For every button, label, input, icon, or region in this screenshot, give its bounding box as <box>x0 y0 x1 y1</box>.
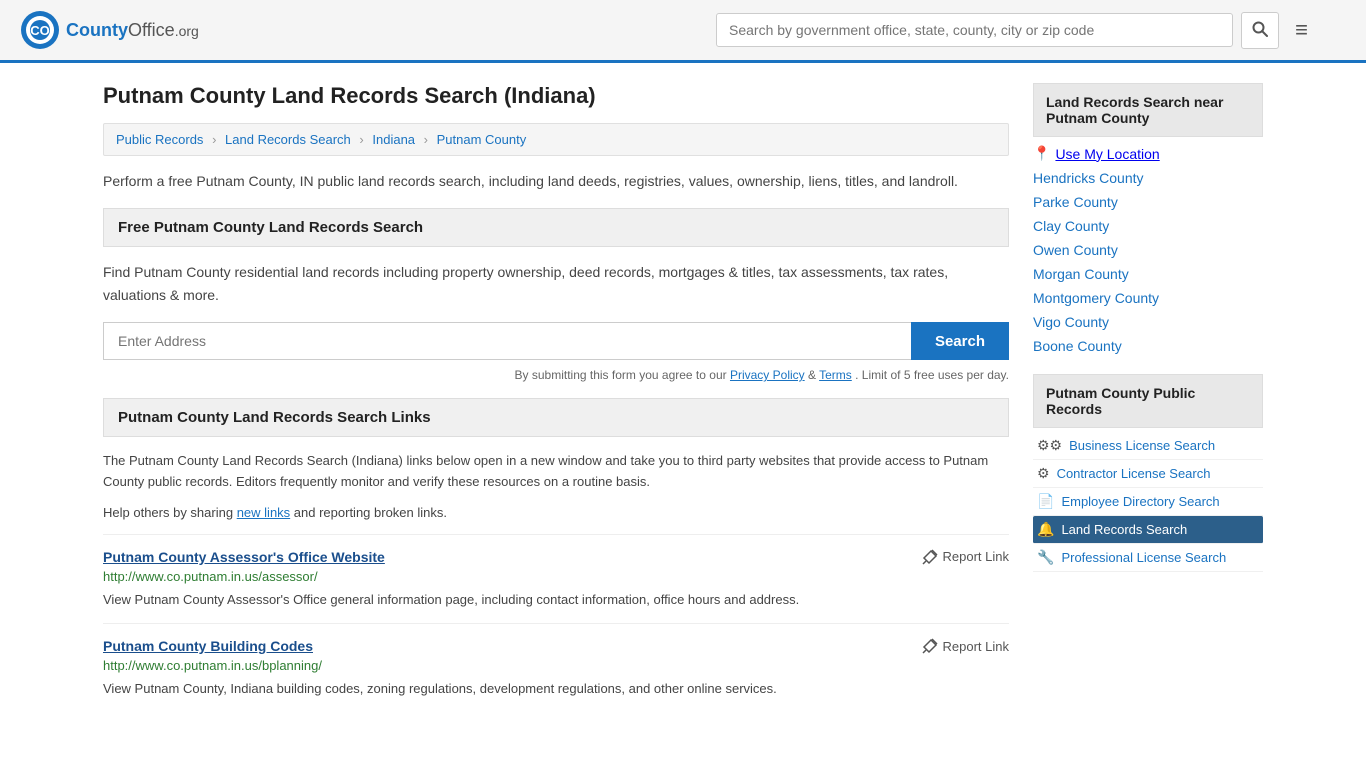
form-terms: By submitting this form you agree to our… <box>103 368 1009 382</box>
pub-record-land-link[interactable]: Land Records Search <box>1061 522 1187 537</box>
sidebar-public-records-header: Putnam County Public Records <box>1033 374 1263 428</box>
report-link-label-assessor: Report Link <box>943 549 1009 564</box>
pub-record-land[interactable]: 🔔 Land Records Search <box>1033 516 1263 544</box>
link-building-desc: View Putnam County, Indiana building cod… <box>103 679 1009 699</box>
doc-icon-employee: 📄 <box>1037 493 1054 510</box>
header-search-area: ≡ <box>716 12 1316 49</box>
sidebar: Land Records Search near Putnam County 📍… <box>1033 83 1263 713</box>
sidebar-county-link-0[interactable]: Hendricks County <box>1033 170 1263 186</box>
breadcrumb-sep-3: › <box>424 132 428 147</box>
wrench-cross-icon-2 <box>922 638 938 654</box>
bell-icon-land: 🔔 <box>1037 521 1054 538</box>
sidebar-nearby-header: Land Records Search near Putnam County <box>1033 83 1263 137</box>
sidebar-county-6: Vigo County <box>1033 310 1263 334</box>
main-container: Putnam County Land Records Search (India… <box>83 63 1283 733</box>
svg-text:CO: CO <box>30 23 50 38</box>
sidebar-county-link-1[interactable]: Parke County <box>1033 194 1263 210</box>
pub-record-contractor[interactable]: ⚙ Contractor License Search <box>1033 460 1263 488</box>
nearby-counties-list: Hendricks County Parke County Clay Count… <box>1033 166 1263 358</box>
sidebar-county-2: Clay County <box>1033 214 1263 238</box>
wrench-cross-icon <box>922 549 938 565</box>
page-title: Putnam County Land Records Search (India… <box>103 83 1009 109</box>
breadcrumb-putnam-county[interactable]: Putnam County <box>437 132 527 147</box>
report-link-button-building[interactable]: Report Link <box>922 638 1009 654</box>
new-links-link[interactable]: new links <box>237 505 290 520</box>
links-desc-1: The Putnam County Land Records Search (I… <box>103 451 1009 493</box>
links-section-header: Putnam County Land Records Search Links <box>103 398 1009 437</box>
sidebar-county-link-3[interactable]: Owen County <box>1033 242 1263 258</box>
search-icon <box>1252 21 1268 37</box>
link-assessor-title[interactable]: Putnam County Assessor's Office Website <box>103 549 385 565</box>
link-assessor-url[interactable]: http://www.co.putnam.in.us/assessor/ <box>103 569 1009 584</box>
content-area: Putnam County Land Records Search (India… <box>103 83 1009 713</box>
pub-record-contractor-link[interactable]: Contractor License Search <box>1057 466 1211 481</box>
pub-record-professional-link[interactable]: Professional License Search <box>1061 550 1226 565</box>
link-building-url[interactable]: http://www.co.putnam.in.us/bplanning/ <box>103 658 1009 673</box>
pub-record-employee-link[interactable]: Employee Directory Search <box>1061 494 1219 509</box>
links-desc-2-end: and reporting broken links. <box>294 505 447 520</box>
link-item-assessor: Putnam County Assessor's Office Website … <box>103 534 1009 624</box>
menu-button[interactable]: ≡ <box>1287 13 1316 47</box>
links-desc-2: Help others by sharing new links and rep… <box>103 503 1009 524</box>
header: CO CountyOffice.org ≡ <box>0 0 1366 63</box>
gear-icon-business: ⚙⚙ <box>1037 437 1062 454</box>
sidebar-county-7: Boone County <box>1033 334 1263 358</box>
address-input[interactable] <box>103 322 911 360</box>
terms-link[interactable]: Terms <box>819 368 852 382</box>
logo-icon: CO <box>20 10 60 50</box>
sidebar-county-1: Parke County <box>1033 190 1263 214</box>
sidebar-county-5: Montgomery County <box>1033 286 1263 310</box>
location-pin-icon: 📍 <box>1033 145 1050 162</box>
sidebar-county-link-6[interactable]: Vigo County <box>1033 314 1263 330</box>
address-search-row: Search <box>103 322 1009 360</box>
sidebar-county-link-7[interactable]: Boone County <box>1033 338 1263 354</box>
header-search-button[interactable] <box>1241 12 1279 49</box>
use-location-button[interactable]: 📍 Use My Location <box>1033 141 1263 166</box>
link-item-building-header: Putnam County Building Codes Report Link <box>103 638 1009 654</box>
sidebar-county-3: Owen County <box>1033 238 1263 262</box>
sidebar-county-link-4[interactable]: Morgan County <box>1033 266 1263 282</box>
privacy-policy-link[interactable]: Privacy Policy <box>730 368 805 382</box>
pub-record-employee[interactable]: 📄 Employee Directory Search <box>1033 488 1263 516</box>
report-link-label-building: Report Link <box>943 639 1009 654</box>
sidebar-county-4: Morgan County <box>1033 262 1263 286</box>
use-location-link[interactable]: Use My Location <box>1055 146 1159 162</box>
search-form: Search By submitting this form you agree… <box>103 322 1009 382</box>
logo-text: CountyOffice.org <box>66 20 199 41</box>
form-terms-text: By submitting this form you agree to our <box>515 368 727 382</box>
pub-record-business-link[interactable]: Business License Search <box>1069 438 1215 453</box>
breadcrumb-sep-1: › <box>212 132 216 147</box>
report-link-button-assessor[interactable]: Report Link <box>922 549 1009 565</box>
wrench-icon-professional: 🔧 <box>1037 549 1054 566</box>
breadcrumb-sep-2: › <box>359 132 363 147</box>
sidebar-county-0: Hendricks County <box>1033 166 1263 190</box>
link-item-assessor-header: Putnam County Assessor's Office Website … <box>103 549 1009 565</box>
breadcrumb-public-records[interactable]: Public Records <box>116 132 203 147</box>
gear-icon-contractor: ⚙ <box>1037 465 1050 482</box>
sidebar-county-link-5[interactable]: Montgomery County <box>1033 290 1263 306</box>
form-limit: . Limit of 5 free uses per day. <box>855 368 1009 382</box>
links-desc-2-text: Help others by sharing <box>103 505 233 520</box>
link-item-building: Putnam County Building Codes Report Link… <box>103 623 1009 713</box>
search-submit-button[interactable]: Search <box>911 322 1009 360</box>
breadcrumb: Public Records › Land Records Search › I… <box>103 123 1009 156</box>
breadcrumb-indiana[interactable]: Indiana <box>372 132 415 147</box>
link-assessor-desc: View Putnam County Assessor's Office gen… <box>103 590 1009 610</box>
link-building-title[interactable]: Putnam County Building Codes <box>103 638 313 654</box>
sidebar-county-link-2[interactable]: Clay County <box>1033 218 1263 234</box>
header-search-input[interactable] <box>716 13 1233 47</box>
free-search-desc: Find Putnam County residential land reco… <box>103 261 1009 306</box>
free-search-header: Free Putnam County Land Records Search <box>103 208 1009 247</box>
public-records-list: ⚙⚙ Business License Search ⚙ Contractor … <box>1033 432 1263 572</box>
page-description: Perform a free Putnam County, IN public … <box>103 170 1009 192</box>
pub-record-business[interactable]: ⚙⚙ Business License Search <box>1033 432 1263 460</box>
logo-area: CO CountyOffice.org <box>20 10 199 50</box>
pub-record-professional[interactable]: 🔧 Professional License Search <box>1033 544 1263 572</box>
breadcrumb-land-records-search[interactable]: Land Records Search <box>225 132 351 147</box>
links-section: Putnam County Land Records Search Links … <box>103 398 1009 712</box>
form-and: & <box>808 368 819 382</box>
